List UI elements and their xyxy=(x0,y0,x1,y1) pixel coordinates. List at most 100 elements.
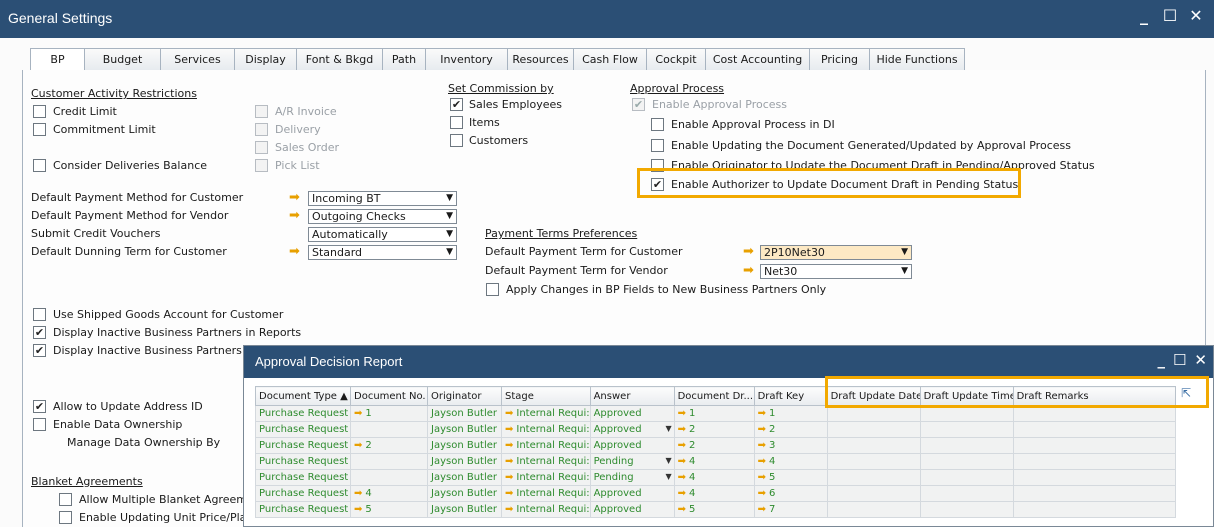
link-arrow-icon[interactable]: ➡ xyxy=(289,245,300,258)
table-row[interactable]: Purchase Request ➡ 2 Jayson Butler ➡ Internal… xyxy=(255,437,1176,454)
link-arrow-icon[interactable]: ➡ xyxy=(743,264,754,277)
column-header[interactable]: Originator xyxy=(427,386,502,406)
enable-updating-checkbox[interactable] xyxy=(651,139,664,152)
commitment-limit-checkbox[interactable] xyxy=(33,123,46,136)
payment-terms-title: Payment Terms Preferences xyxy=(485,227,638,240)
table-row[interactable]: Purchase Request Jayson Butler ➡ Internal R… xyxy=(255,421,1176,438)
column-header[interactable]: Document Type ▲ xyxy=(255,386,351,406)
tab-font-bkgd[interactable]: Font & Bkgd xyxy=(296,48,383,70)
link-arrow-icon[interactable]: ➡ xyxy=(289,209,300,222)
cell-document-no: ➡ 1 xyxy=(350,405,428,422)
enable-updating-price-checkbox[interactable] xyxy=(59,511,72,524)
credit-limit-checkbox[interactable] xyxy=(33,105,46,118)
tab-hide-functions[interactable]: Hide Functions xyxy=(869,48,965,70)
minimize-icon[interactable]: _ xyxy=(1136,6,1152,25)
link-arrow-icon[interactable]: ➡ xyxy=(505,408,513,419)
tab-path[interactable]: Path xyxy=(382,48,426,70)
cell-draft-update-date xyxy=(826,437,921,454)
link-arrow-icon[interactable]: ➡ xyxy=(758,440,766,451)
cell-draft-remarks xyxy=(1012,501,1176,518)
tab-cash-flow[interactable]: Cash Flow xyxy=(573,48,647,70)
customers-checkbox[interactable] xyxy=(450,134,463,147)
cell-originator: Jayson Butler xyxy=(427,469,502,486)
link-arrow-icon[interactable]: ➡ xyxy=(678,456,686,467)
cell-value: Internal Requi: xyxy=(516,472,590,483)
minimize-icon[interactable]: _ xyxy=(1157,351,1165,369)
chevron-down-icon: ▼ xyxy=(446,229,453,239)
approval-di-checkbox[interactable] xyxy=(651,118,664,131)
maximize-icon[interactable]: ☐ xyxy=(1162,6,1178,25)
link-arrow-icon[interactable]: ➡ xyxy=(505,472,513,483)
pay-vend-dropdown[interactable]: Outgoing Checks ▼ xyxy=(308,209,457,224)
consider-deliveries-checkbox[interactable] xyxy=(33,159,46,172)
link-arrow-icon[interactable]: ➡ xyxy=(758,488,766,499)
pay-term-cust-dropdown[interactable]: 2P10Net30 ▼ xyxy=(760,245,912,260)
cell-originator: Jayson Butler xyxy=(427,453,502,470)
link-arrow-icon[interactable]: ➡ xyxy=(678,440,686,451)
expand-icon[interactable]: ⇱ xyxy=(1181,386,1191,400)
close-icon[interactable]: ✕ xyxy=(1194,351,1207,369)
tab-budget[interactable]: Budget xyxy=(84,48,161,70)
link-arrow-icon[interactable]: ➡ xyxy=(354,408,362,419)
tab-cost-accounting[interactable]: Cost Accounting xyxy=(705,48,810,70)
allow-multiple-checkbox[interactable] xyxy=(59,493,72,506)
pay-cust-dropdown[interactable]: Incoming BT ▼ xyxy=(308,191,457,206)
chevron-down-icon[interactable]: ▼ xyxy=(665,472,671,481)
column-header[interactable]: Draft Key xyxy=(753,386,828,406)
column-header[interactable]: Answer xyxy=(589,386,675,406)
chevron-down-icon[interactable]: ▼ xyxy=(665,456,671,465)
chevron-down-icon: ▼ xyxy=(446,211,453,221)
link-arrow-icon[interactable]: ➡ xyxy=(289,191,300,204)
dunning-dropdown[interactable]: Standard ▼ xyxy=(308,245,457,260)
cell-value: 2 xyxy=(688,424,696,435)
link-arrow-icon[interactable]: ➡ xyxy=(678,424,686,435)
column-header[interactable]: Stage xyxy=(501,386,591,406)
link-arrow-icon[interactable]: ➡ xyxy=(505,504,513,515)
pay-term-vend-dropdown[interactable]: Net30 ▼ xyxy=(760,264,912,279)
inactive-reports-checkbox[interactable]: ✔ xyxy=(33,326,46,339)
tab-bp[interactable]: BP xyxy=(30,48,85,71)
maximize-icon[interactable]: ☐ xyxy=(1173,351,1186,369)
table-row[interactable]: Purchase Request ➡ 5 Jayson Butler ➡ Internal… xyxy=(255,501,1176,518)
link-arrow-icon[interactable]: ➡ xyxy=(678,488,686,499)
tab-pricing[interactable]: Pricing xyxy=(809,48,870,70)
table-row[interactable]: Purchase Request Jayson Butler ➡ Internal R… xyxy=(255,469,1176,486)
items-checkbox[interactable] xyxy=(450,116,463,129)
inactive-in-checkbox[interactable]: ✔ xyxy=(33,344,46,357)
credit-vouchers-value: Automatically xyxy=(312,228,388,241)
shipped-goods-checkbox[interactable] xyxy=(33,308,46,321)
chevron-down-icon[interactable]: ▼ xyxy=(665,424,671,433)
tab-display[interactable]: Display xyxy=(234,48,297,70)
column-header[interactable]: Document Dr... xyxy=(673,386,755,406)
tab-cockpit[interactable]: Cockpit xyxy=(646,48,706,70)
link-arrow-icon[interactable]: ➡ xyxy=(758,456,766,467)
link-arrow-icon[interactable]: ➡ xyxy=(505,440,513,451)
link-arrow-icon[interactable]: ➡ xyxy=(354,488,362,499)
link-arrow-icon[interactable]: ➡ xyxy=(505,488,513,499)
enable-ownership-checkbox[interactable] xyxy=(33,418,46,431)
sales-employees-checkbox[interactable]: ✔ xyxy=(450,98,463,111)
credit-vouchers-dropdown[interactable]: Automatically ▼ xyxy=(308,227,457,242)
link-arrow-icon[interactable]: ➡ xyxy=(678,408,686,419)
link-arrow-icon[interactable]: ➡ xyxy=(743,245,754,258)
link-arrow-icon[interactable]: ➡ xyxy=(505,456,513,467)
link-arrow-icon[interactable]: ➡ xyxy=(505,424,513,435)
tab-inventory[interactable]: Inventory xyxy=(425,48,508,70)
link-arrow-icon[interactable]: ➡ xyxy=(354,440,362,451)
allow-address-checkbox[interactable]: ✔ xyxy=(33,400,46,413)
close-icon[interactable]: ✕ xyxy=(1188,6,1204,25)
link-arrow-icon[interactable]: ➡ xyxy=(758,424,766,435)
column-header[interactable]: Document No. xyxy=(350,386,428,406)
apply-changes-checkbox[interactable] xyxy=(486,283,499,296)
tab-resources[interactable]: Resources xyxy=(507,48,574,70)
link-arrow-icon[interactable]: ➡ xyxy=(678,504,686,515)
table-row[interactable]: Purchase Request Jayson Butler ➡ Internal R… xyxy=(255,453,1176,470)
link-arrow-icon[interactable]: ➡ xyxy=(758,504,766,515)
link-arrow-icon[interactable]: ➡ xyxy=(678,472,686,483)
tab-services[interactable]: Services xyxy=(160,48,235,70)
link-arrow-icon[interactable]: ➡ xyxy=(758,472,766,483)
link-arrow-icon[interactable]: ➡ xyxy=(354,504,362,515)
link-arrow-icon[interactable]: ➡ xyxy=(758,408,766,419)
cell-document-draft: ➡ 1 xyxy=(673,405,755,422)
table-row[interactable]: Purchase Request ➡ 4 Jayson Butler ➡ Internal… xyxy=(255,485,1176,502)
